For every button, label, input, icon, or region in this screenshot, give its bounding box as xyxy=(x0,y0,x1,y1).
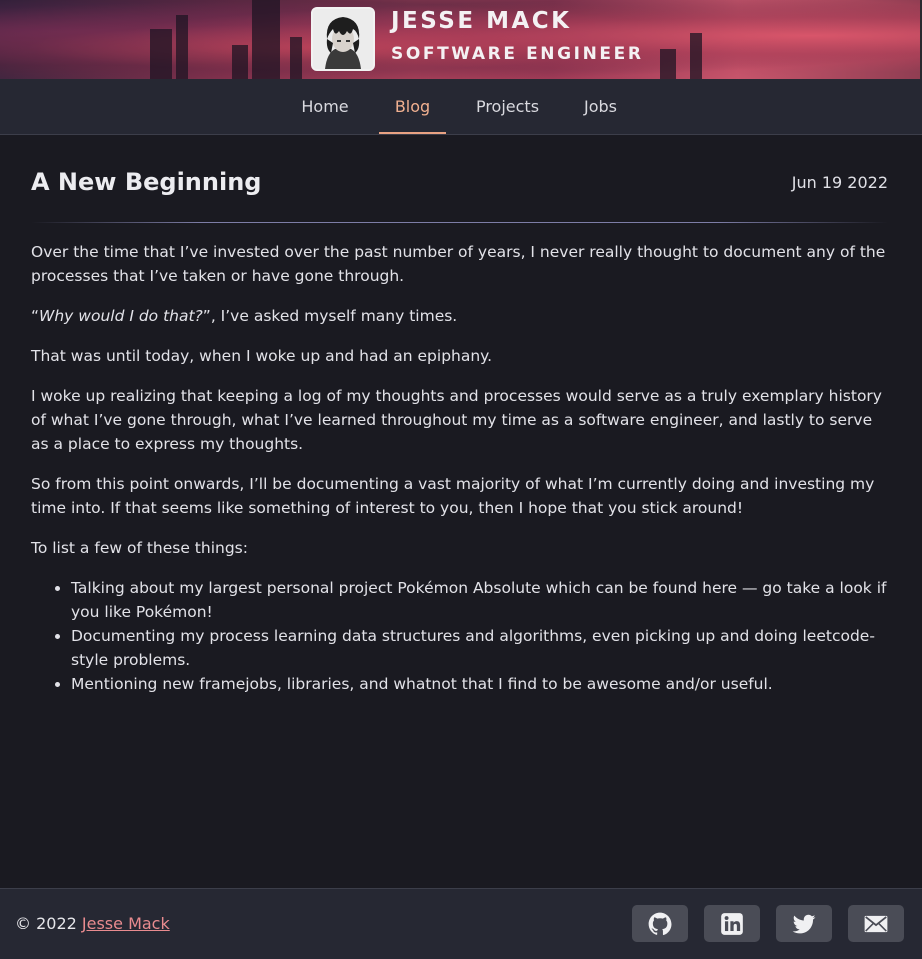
linkedin-button[interactable] xyxy=(704,905,760,942)
github-icon xyxy=(648,912,672,935)
post-date: Jun 19 2022 xyxy=(791,173,888,192)
post-title: A New Beginning xyxy=(31,168,262,196)
site-name: JESSE MACK xyxy=(391,8,572,34)
author-link[interactable]: Jesse Mack xyxy=(82,914,170,933)
list-item: Mentioning new framejobs, libraries, and… xyxy=(71,672,891,696)
quote-rest: ”, I’ve asked myself many times. xyxy=(202,307,458,325)
linkedin-icon xyxy=(721,912,743,935)
post-paragraph: That was until today, when I woke up and… xyxy=(31,347,493,365)
mail-button[interactable] xyxy=(848,905,904,942)
github-button[interactable] xyxy=(632,905,688,942)
copyright-text: © 2022 xyxy=(15,914,77,933)
post-paragraph: I woke up realizing that keeping a log o… xyxy=(31,387,882,453)
site-subtitle: SOFTWARE ENGINEER xyxy=(391,44,644,64)
nav-jobs[interactable]: Jobs xyxy=(569,79,632,134)
post-content: Over the time that I’ve invested over th… xyxy=(31,240,891,696)
post-quote-paragraph: “Why would I do that?”, I’ve asked mysel… xyxy=(31,304,891,328)
list-item: Talking about my largest personal projec… xyxy=(71,576,891,624)
site-footer: © 2022 Jesse Mack xyxy=(0,888,922,959)
quote-open: “ xyxy=(31,307,40,325)
title-divider xyxy=(31,222,888,223)
avatar[interactable] xyxy=(311,7,375,71)
site-brand[interactable]: JESSE MACK SOFTWARE ENGINEER xyxy=(311,7,644,71)
post-paragraph: So from this point onwards, I’ll be docu… xyxy=(31,475,875,517)
nav-blog[interactable]: Blog xyxy=(379,79,446,134)
main-nav: Home Blog Projects Jobs xyxy=(0,79,922,135)
post-paragraph: Over the time that I’ve invested over th… xyxy=(31,243,886,285)
avatar-portrait-icon xyxy=(313,9,373,69)
nav-projects[interactable]: Projects xyxy=(462,79,553,134)
post-quote: Why would I do that? xyxy=(39,307,203,325)
nav-home[interactable]: Home xyxy=(286,79,364,134)
copyright: © 2022 Jesse Mack xyxy=(15,913,170,935)
list-item: Documenting my process learning data str… xyxy=(71,624,891,672)
mail-icon xyxy=(864,915,888,932)
post-list: Talking about my largest personal projec… xyxy=(71,576,891,696)
twitter-button[interactable] xyxy=(776,905,832,942)
post-paragraph: To list a few of these things: xyxy=(31,539,248,557)
twitter-icon xyxy=(792,914,816,933)
